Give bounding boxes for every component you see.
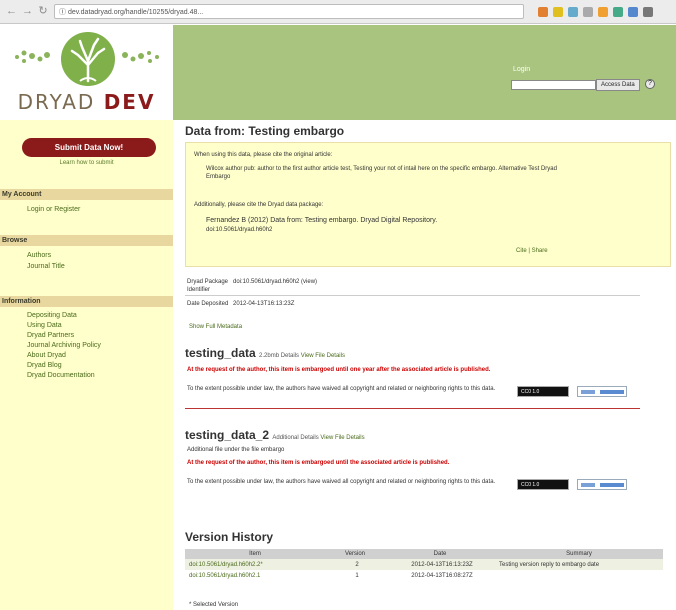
version-history-title: Version History (185, 530, 274, 544)
submit-data-button[interactable]: Submit Data Now! (22, 138, 156, 157)
file1-details: 2.2bmb Details View File Details (259, 353, 345, 359)
file2-title: testing_data_2 Additional Details View F… (185, 428, 365, 442)
file1-name: testing_data (185, 346, 256, 360)
file1-title: testing_data 2.2bmb Details View File De… (185, 346, 345, 360)
citation-additional: Additionally, please cite the Dryad data… (194, 202, 324, 208)
site-header: DRYAD DEV Login Access Data ? (0, 25, 676, 120)
sidebar: Submit Data Now! Learn how to submit My … (0, 120, 173, 610)
logo[interactable]: DRYAD DEV (0, 25, 173, 120)
version-summary (495, 570, 663, 581)
logo-dots-right (122, 51, 159, 63)
tree-logo-icon (61, 32, 115, 86)
extension-icon[interactable] (613, 6, 623, 17)
extension-icon[interactable] (568, 6, 578, 17)
sidebar-item-about[interactable]: About Dryad (27, 351, 66, 361)
table-row: doi:10.5061/dryad.h60h2.2* 2 2012-04-13T… (185, 559, 663, 570)
login-input[interactable] (511, 80, 596, 90)
show-full-metadata-link[interactable]: Show Full Metadata (189, 324, 242, 330)
extension-icon[interactable] (538, 6, 548, 17)
file1-details-link[interactable]: View File Details (301, 353, 345, 359)
page-title: Data from: Testing embargo (185, 124, 345, 138)
version-item-link[interactable]: doi:10.5061/dryad.h60h2.1 (185, 570, 325, 581)
col-version: Version (325, 549, 385, 559)
star-icon[interactable] (583, 6, 593, 17)
version-number: 1 (355, 572, 359, 579)
file2-cc0-text: To the extent possible under law, the au… (187, 479, 496, 485)
sidebar-item-policy[interactable]: Journal Archiving Policy (27, 341, 101, 351)
section-information: Information (0, 296, 173, 307)
extension-icon[interactable] (628, 6, 638, 17)
cite-share-links[interactable]: Cite | Share (516, 247, 548, 255)
logo-text-dev: DEV (103, 90, 156, 114)
header-banner: Login Access Data ? (173, 25, 676, 120)
table-header-row: Item Version Date Summary (185, 549, 663, 559)
sidebar-item-journal-title[interactable]: Journal Title (27, 262, 65, 272)
file1-cc0-text: To the extent possible under law, the au… (187, 386, 496, 392)
file2-embargo-notice: At the request of the author, this item … (187, 460, 450, 466)
login-label: Login (513, 66, 531, 73)
file2-name: testing_data_2 (185, 428, 270, 442)
file1-embargo-notice: At the request of the author, this item … (187, 367, 491, 373)
col-date: Date (385, 549, 495, 559)
section-browse: Browse (0, 235, 173, 246)
main-content: Data from: Testing embargo When using th… (173, 120, 676, 610)
meta-key: Date Deposited (187, 301, 229, 307)
file1-cc-button[interactable] (577, 386, 627, 397)
logo-dots-left (15, 50, 50, 63)
file2-cc0-badge[interactable]: CC0 1.0 (517, 479, 569, 490)
logo-text-dryad: DRYAD (17, 90, 96, 114)
forward-icon[interactable]: → (22, 6, 33, 17)
divider (185, 408, 640, 409)
version-date: 2012-04-13T16:13:23Z (385, 559, 495, 570)
extension-icons (538, 6, 653, 17)
file1-size: 2.2bmb Details (259, 353, 300, 359)
sidebar-item-depositing[interactable]: Depositing Data (27, 311, 77, 321)
address-bar[interactable]: Ⓘ dev.datadryad.org/handle/10255/dryad.4… (54, 4, 524, 19)
col-summary: Summary (495, 549, 663, 559)
sidebar-item-documentation[interactable]: Dryad Documentation (27, 371, 95, 381)
access-data-button[interactable]: Access Data (596, 79, 640, 91)
sidebar-item-using[interactable]: Using Data (27, 321, 62, 331)
version-history-table: Item Version Date Summary doi:10.5061/dr… (185, 549, 663, 581)
back-icon[interactable]: ← (6, 6, 17, 17)
section-my-account: My Account (0, 189, 173, 200)
meta-key: Dryad Package Identifier (187, 279, 229, 293)
sidebar-item-blog[interactable]: Dryad Blog (27, 361, 62, 371)
file1-cc0-badge[interactable]: CC0 1.0 (517, 386, 569, 397)
extension-icon[interactable] (598, 6, 608, 17)
selected-version-note: * Selected Version (189, 602, 239, 608)
citation-box: When using this data, please cite the or… (185, 142, 671, 267)
file2-details: Additional Details View File Details (272, 435, 364, 441)
version-summary: Testing version reply to embargo date (495, 559, 663, 570)
browser-toolbar: ← → ↻ Ⓘ dev.datadryad.org/handle/10255/d… (0, 0, 676, 24)
col-item: Item (185, 549, 325, 559)
divider (185, 295, 640, 296)
meta-date: Date Deposited 2012-04-13T16:13:23Z (187, 300, 294, 308)
version-item-link[interactable]: doi:10.5061/dryad.h60h2.2* (185, 559, 325, 570)
file2-cc-button[interactable] (577, 479, 627, 490)
logo-wordmark: DRYAD DEV (0, 90, 173, 114)
help-icon[interactable]: ? (645, 79, 655, 89)
meta-value: 2012-04-13T16:13:23Z (233, 301, 295, 307)
file2-subline: Additional file under the file embargo (187, 447, 285, 453)
meta-value: doi:10.5061/dryad.h60h2 (view) (233, 279, 318, 285)
citation-package: Fernandez B (2012) Data from: Testing em… (206, 217, 438, 224)
meta-identifier: Dryad Package Identifier doi:10.5061/drya… (187, 278, 317, 294)
citation-article: Wilcox author pub: author to the first a… (206, 166, 557, 180)
sidebar-item-partners[interactable]: Dryad Partners (27, 331, 74, 341)
menu-icon[interactable] (643, 6, 653, 17)
citation-intro: When using this data, please cite the or… (194, 152, 333, 158)
file2-size: Additional Details (272, 435, 319, 441)
extension-icon[interactable] (553, 6, 563, 17)
version-date: 2012-04-13T16:08:27Z (411, 572, 473, 579)
learn-submit-link[interactable]: Learn how to submit (0, 160, 173, 166)
sidebar-item-authors[interactable]: Authors (27, 251, 51, 261)
sidebar-item-login[interactable]: Login or Register (27, 205, 80, 215)
version-number: 2 (325, 559, 385, 570)
reload-icon[interactable]: ↻ (38, 6, 48, 17)
url-text: Ⓘ dev.datadryad.org/handle/10255/dryad.4… (59, 8, 204, 16)
citation-doi: doi:10.5061/dryad.h60h2 (206, 227, 273, 233)
table-row: doi:10.5061/dryad.h60h2.1 1 2012-04-13T1… (185, 570, 663, 581)
file2-details-link[interactable]: View File Details (320, 435, 364, 441)
